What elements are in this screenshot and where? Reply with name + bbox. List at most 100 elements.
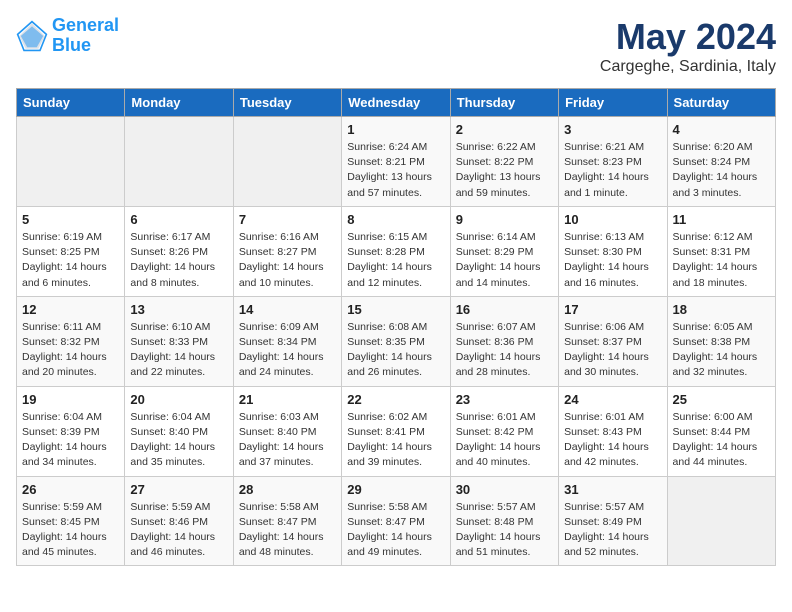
day-number: 10 xyxy=(564,212,661,227)
day-info: Sunrise: 5:58 AM Sunset: 8:47 PM Dayligh… xyxy=(239,500,336,561)
day-number: 21 xyxy=(239,392,336,407)
day-info: Sunrise: 6:15 AM Sunset: 8:28 PM Dayligh… xyxy=(347,230,444,291)
day-info: Sunrise: 6:04 AM Sunset: 8:39 PM Dayligh… xyxy=(22,410,119,471)
day-info: Sunrise: 6:07 AM Sunset: 8:36 PM Dayligh… xyxy=(456,320,553,381)
day-number: 14 xyxy=(239,302,336,317)
day-info: Sunrise: 6:13 AM Sunset: 8:30 PM Dayligh… xyxy=(564,230,661,291)
day-number: 24 xyxy=(564,392,661,407)
day-number: 12 xyxy=(22,302,119,317)
calendar-cell: 11Sunrise: 6:12 AM Sunset: 8:31 PM Dayli… xyxy=(667,206,775,296)
logo-icon xyxy=(16,20,48,52)
day-number: 30 xyxy=(456,482,553,497)
calendar-week-row: 5Sunrise: 6:19 AM Sunset: 8:25 PM Daylig… xyxy=(17,206,776,296)
calendar-cell: 6 Sunrise: 6:17 AM Sunset: 8:26 PM Daylig… xyxy=(125,206,233,296)
calendar-cell: 20 Sunrise: 6:04 AM Sunset: 8:40 PM Dayli… xyxy=(125,386,233,476)
day-info: Sunrise: 6:01 AM Sunset: 8:43 PM Dayligh… xyxy=(564,410,661,471)
day-info: Sunrise: 5:57 AM Sunset: 8:48 PM Dayligh… xyxy=(456,500,553,561)
day-number: 15 xyxy=(347,302,444,317)
weekday-header-cell: Sunday xyxy=(17,89,125,117)
day-number: 4 xyxy=(673,122,770,137)
logo: General Blue xyxy=(16,16,119,56)
weekday-header-cell: Wednesday xyxy=(342,89,450,117)
calendar-cell: 27 Sunrise: 5:59 AM Sunset: 8:46 PM Dayli… xyxy=(125,476,233,566)
subtitle: Cargeghe, Sardinia, Italy xyxy=(600,58,776,76)
day-number: 20 xyxy=(130,392,227,407)
day-number: 5 xyxy=(22,212,119,227)
calendar-week-row: 12 Sunrise: 6:11 AM Sunset: 8:32 PM Dayli… xyxy=(17,296,776,386)
day-info: Sunrise: 6:14 AM Sunset: 8:29 PM Dayligh… xyxy=(456,230,553,291)
calendar-week-row: 1Sunrise: 6:24 AM Sunset: 8:21 PM Daylig… xyxy=(17,117,776,207)
calendar-cell: 30 Sunrise: 5:57 AM Sunset: 8:48 PM Dayli… xyxy=(450,476,558,566)
day-info: Sunrise: 6:06 AM Sunset: 8:37 PM Dayligh… xyxy=(564,320,661,381)
calendar-cell: 3 Sunrise: 6:21 AM Sunset: 8:23 PM Daylig… xyxy=(559,117,667,207)
day-number: 31 xyxy=(564,482,661,497)
day-info: Sunrise: 6:16 AM Sunset: 8:27 PM Dayligh… xyxy=(239,230,336,291)
calendar-cell: 13Sunrise: 6:10 AM Sunset: 8:33 PM Dayli… xyxy=(125,296,233,386)
day-number: 13 xyxy=(130,302,227,317)
calendar-cell: 10 Sunrise: 6:13 AM Sunset: 8:30 PM Dayli… xyxy=(559,206,667,296)
day-number: 22 xyxy=(347,392,444,407)
day-info: Sunrise: 6:01 AM Sunset: 8:42 PM Dayligh… xyxy=(456,410,553,471)
calendar-cell: 18Sunrise: 6:05 AM Sunset: 8:38 PM Dayli… xyxy=(667,296,775,386)
calendar-cell: 29Sunrise: 5:58 AM Sunset: 8:47 PM Dayli… xyxy=(342,476,450,566)
day-info: Sunrise: 5:59 AM Sunset: 8:45 PM Dayligh… xyxy=(22,500,119,561)
day-info: Sunrise: 6:05 AM Sunset: 8:38 PM Dayligh… xyxy=(673,320,770,381)
calendar-cell: 19 Sunrise: 6:04 AM Sunset: 8:39 PM Dayli… xyxy=(17,386,125,476)
weekday-header-row: SundayMondayTuesdayWednesdayThursdayFrid… xyxy=(17,89,776,117)
calendar-cell: 26Sunrise: 5:59 AM Sunset: 8:45 PM Dayli… xyxy=(17,476,125,566)
day-info: Sunrise: 5:59 AM Sunset: 8:46 PM Dayligh… xyxy=(130,500,227,561)
calendar-cell: 4 Sunrise: 6:20 AM Sunset: 8:24 PM Daylig… xyxy=(667,117,775,207)
calendar-cell: 25 Sunrise: 6:00 AM Sunset: 8:44 PM Dayli… xyxy=(667,386,775,476)
calendar-cell: 14 Sunrise: 6:09 AM Sunset: 8:34 PM Dayli… xyxy=(233,296,341,386)
calendar-cell: 28 Sunrise: 5:58 AM Sunset: 8:47 PM Dayli… xyxy=(233,476,341,566)
day-info: Sunrise: 5:58 AM Sunset: 8:47 PM Dayligh… xyxy=(347,500,444,561)
day-info: Sunrise: 6:21 AM Sunset: 8:23 PM Dayligh… xyxy=(564,140,661,201)
weekday-header-cell: Monday xyxy=(125,89,233,117)
calendar-cell: 23 Sunrise: 6:01 AM Sunset: 8:42 PM Dayli… xyxy=(450,386,558,476)
weekday-header-cell: Thursday xyxy=(450,89,558,117)
title-block: May 2024 Cargeghe, Sardinia, Italy xyxy=(600,16,776,76)
day-number: 6 xyxy=(130,212,227,227)
day-number: 23 xyxy=(456,392,553,407)
calendar-week-row: 19 Sunrise: 6:04 AM Sunset: 8:39 PM Dayli… xyxy=(17,386,776,476)
calendar-cell: 8 Sunrise: 6:15 AM Sunset: 8:28 PM Daylig… xyxy=(342,206,450,296)
main-title: May 2024 xyxy=(600,16,776,58)
day-number: 7 xyxy=(239,212,336,227)
calendar-body: 1Sunrise: 6:24 AM Sunset: 8:21 PM Daylig… xyxy=(17,117,776,566)
day-number: 3 xyxy=(564,122,661,137)
day-info: Sunrise: 6:12 AM Sunset: 8:31 PM Dayligh… xyxy=(673,230,770,291)
calendar-cell: 24 Sunrise: 6:01 AM Sunset: 8:43 PM Dayli… xyxy=(559,386,667,476)
calendar-cell: 16Sunrise: 6:07 AM Sunset: 8:36 PM Dayli… xyxy=(450,296,558,386)
calendar-cell: 22Sunrise: 6:02 AM Sunset: 8:41 PM Dayli… xyxy=(342,386,450,476)
calendar-cell: 17 Sunrise: 6:06 AM Sunset: 8:37 PM Dayli… xyxy=(559,296,667,386)
calendar-cell: 2Sunrise: 6:22 AM Sunset: 8:22 PM Daylig… xyxy=(450,117,558,207)
day-number: 25 xyxy=(673,392,770,407)
day-number: 17 xyxy=(564,302,661,317)
day-number: 28 xyxy=(239,482,336,497)
day-info: Sunrise: 6:03 AM Sunset: 8:40 PM Dayligh… xyxy=(239,410,336,471)
weekday-header-cell: Saturday xyxy=(667,89,775,117)
logo-text: General Blue xyxy=(52,16,119,56)
calendar-cell: 12 Sunrise: 6:11 AM Sunset: 8:32 PM Dayli… xyxy=(17,296,125,386)
calendar-week-row: 26Sunrise: 5:59 AM Sunset: 8:45 PM Dayli… xyxy=(17,476,776,566)
day-info: Sunrise: 6:04 AM Sunset: 8:40 PM Dayligh… xyxy=(130,410,227,471)
day-info: Sunrise: 6:09 AM Sunset: 8:34 PM Dayligh… xyxy=(239,320,336,381)
calendar-cell: 15 Sunrise: 6:08 AM Sunset: 8:35 PM Dayli… xyxy=(342,296,450,386)
day-number: 1 xyxy=(347,122,444,137)
day-info: Sunrise: 6:17 AM Sunset: 8:26 PM Dayligh… xyxy=(130,230,227,291)
calendar-cell: 5Sunrise: 6:19 AM Sunset: 8:25 PM Daylig… xyxy=(17,206,125,296)
day-info: Sunrise: 6:20 AM Sunset: 8:24 PM Dayligh… xyxy=(673,140,770,201)
calendar-table: SundayMondayTuesdayWednesdayThursdayFrid… xyxy=(16,88,776,566)
calendar-cell: 9 Sunrise: 6:14 AM Sunset: 8:29 PM Daylig… xyxy=(450,206,558,296)
day-number: 19 xyxy=(22,392,119,407)
calendar-cell: 31Sunrise: 5:57 AM Sunset: 8:49 PM Dayli… xyxy=(559,476,667,566)
day-info: Sunrise: 6:11 AM Sunset: 8:32 PM Dayligh… xyxy=(22,320,119,381)
calendar-cell: 7 Sunrise: 6:16 AM Sunset: 8:27 PM Daylig… xyxy=(233,206,341,296)
weekday-header-cell: Friday xyxy=(559,89,667,117)
day-info: Sunrise: 6:08 AM Sunset: 8:35 PM Dayligh… xyxy=(347,320,444,381)
day-number: 8 xyxy=(347,212,444,227)
day-number: 9 xyxy=(456,212,553,227)
day-info: Sunrise: 6:00 AM Sunset: 8:44 PM Dayligh… xyxy=(673,410,770,471)
calendar-cell xyxy=(17,117,125,207)
day-number: 27 xyxy=(130,482,227,497)
